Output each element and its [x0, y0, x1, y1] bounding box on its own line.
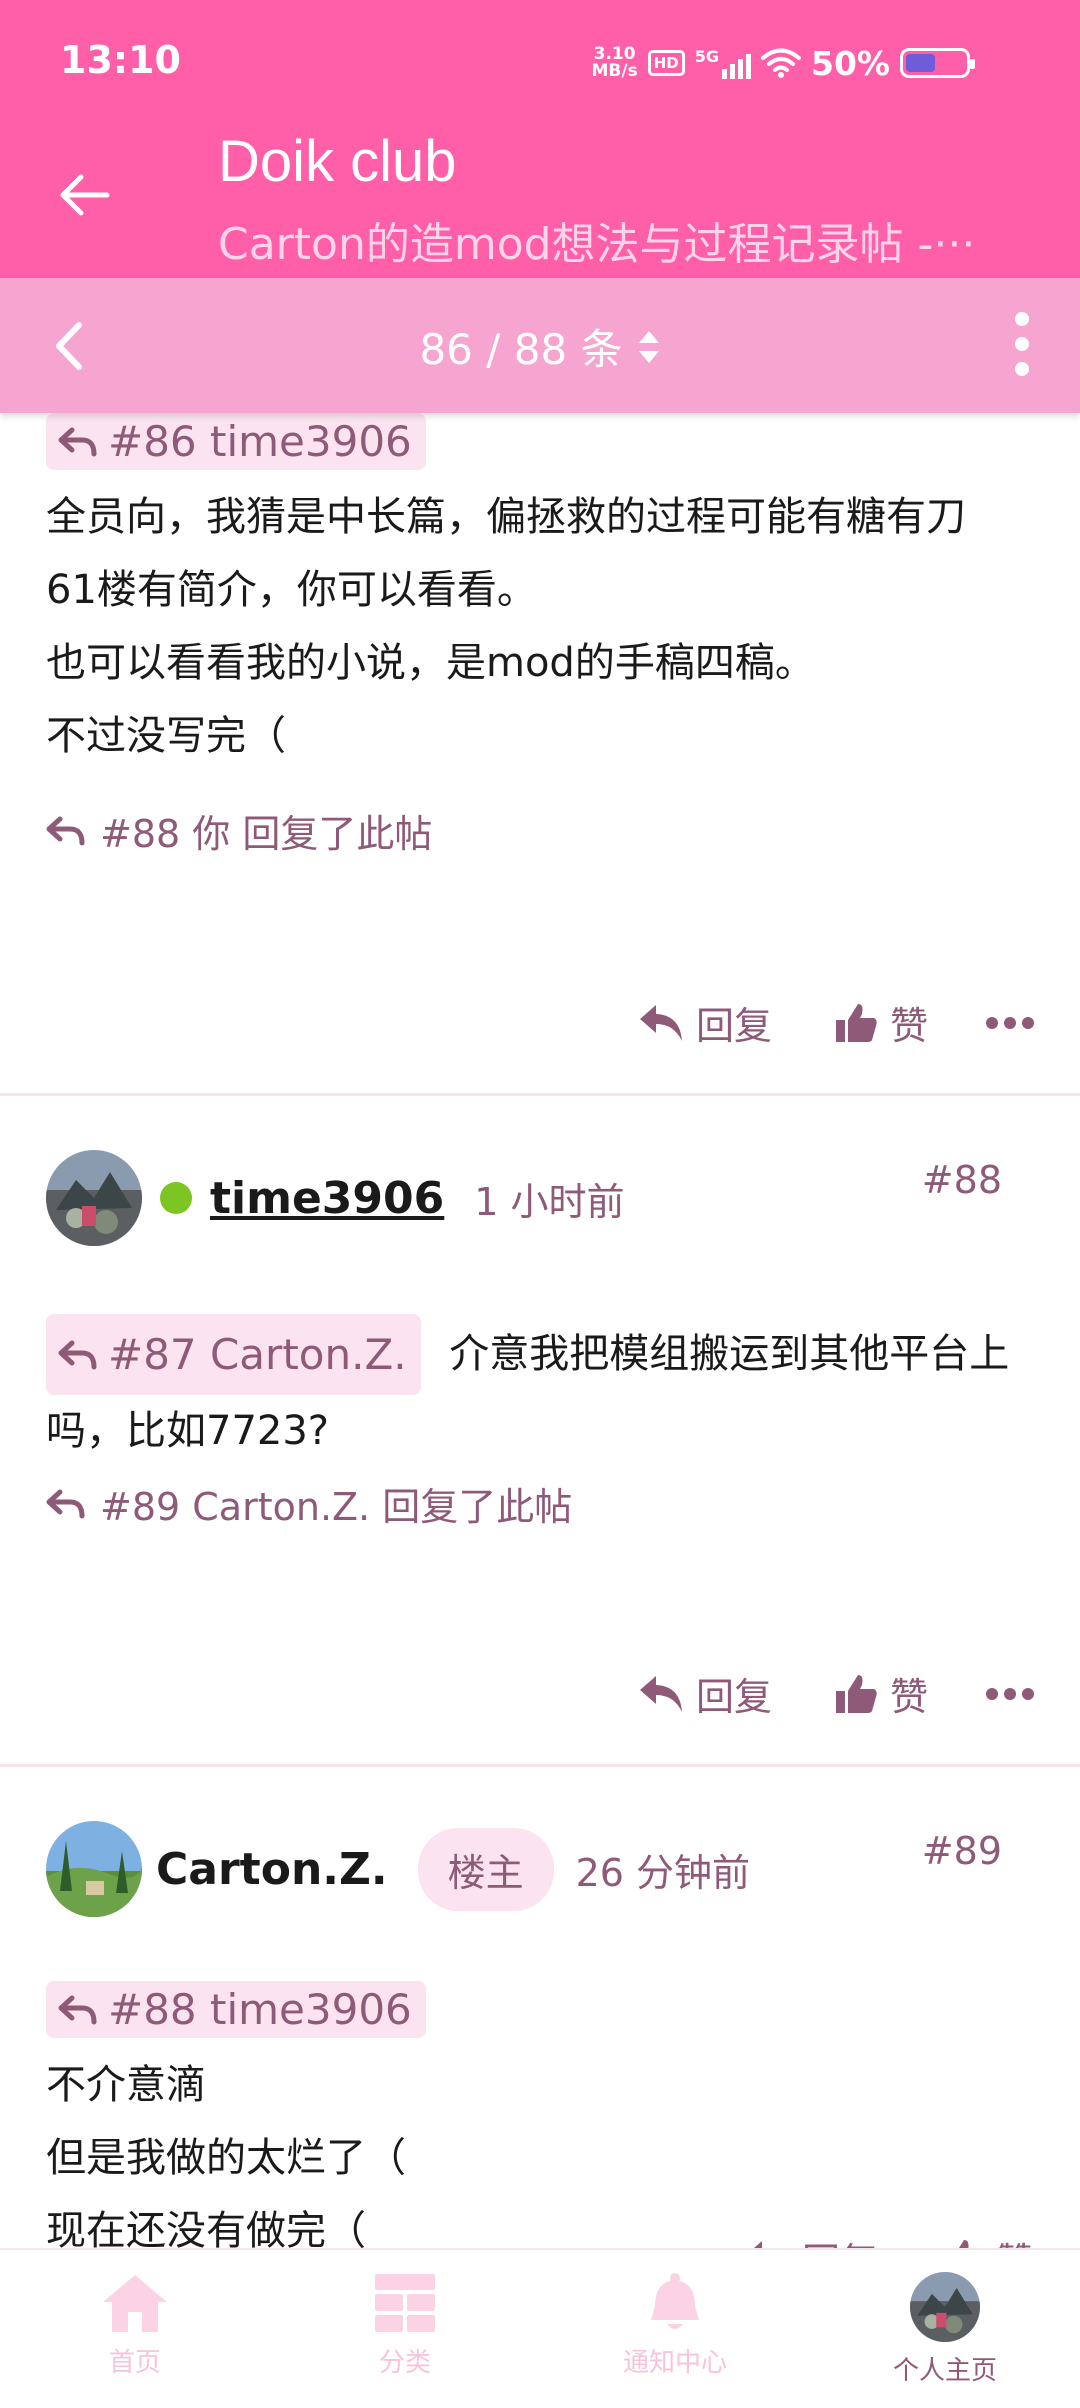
- page-indicator: 86 / 88 条: [419, 325, 623, 374]
- app-bar: 13:10 3.10 MB/s HD 5G 50% Doik club Cart…: [0, 0, 1080, 278]
- reply-arrow-icon: [58, 1995, 97, 2024]
- reply-button[interactable]: 回复: [638, 995, 772, 1050]
- hd-icon: HD: [647, 50, 685, 76]
- quote-reference[interactable]: #88 time3906: [46, 1981, 426, 2038]
- page-title: Doik club: [218, 129, 457, 194]
- reply-arrow-icon: [58, 1340, 97, 1369]
- post-header: time3906 1 小时前: [46, 1150, 625, 1246]
- reply-button[interactable]: 回复: [638, 1666, 772, 1721]
- post-body: #87 Carton.Z. 介意我把模组搬运到其他平台上 吗，比如7723?: [46, 1314, 1046, 1468]
- grid-icon: [375, 2274, 435, 2332]
- floor-number: #88: [921, 1158, 1002, 1202]
- reply-notice-link[interactable]: #89 Carton.Z. 回复了此帖: [46, 1476, 572, 1531]
- avatar[interactable]: [46, 1150, 142, 1246]
- avatar[interactable]: [46, 1821, 142, 1917]
- like-button[interactable]: 赞: [834, 995, 928, 1050]
- post-actions: 回复 赞: [744, 2231, 1034, 2248]
- post-time: 1 小时前: [474, 1179, 625, 1224]
- online-status-dot: [160, 1182, 192, 1214]
- post-list[interactable]: #86 time3906 全员向，我猜是中长篇，偏拯救的过程可能有糖有刀 61楼…: [0, 413, 1080, 2248]
- quote-reference[interactable]: #86 time3906: [46, 413, 426, 470]
- reply-button[interactable]: 回复: [744, 2231, 878, 2248]
- thumbs-up-icon: [958, 2239, 969, 2248]
- reply-notice-link[interactable]: #88 你 回复了此帖: [46, 803, 432, 858]
- thread-title: Carton的造mod想法与过程记录帖 -···: [218, 219, 976, 270]
- battery-percent: 50%: [811, 43, 890, 83]
- reply-icon: [639, 1675, 682, 1712]
- post-time: 26 分钟前: [575, 1850, 751, 1895]
- post-item: time3906 1 小时前 #88 #87 Carton.Z. 介意我把模组搬…: [0, 1096, 1080, 1764]
- status-time: 13:10: [60, 38, 181, 82]
- page-selector[interactable]: 86 / 88 条: [0, 316, 1080, 377]
- arrow-left-icon: [60, 174, 110, 216]
- battery-icon: [900, 48, 975, 78]
- thumbs-up-icon: [835, 1674, 877, 1713]
- nav-category[interactable]: 分类: [270, 2250, 540, 2408]
- post-body: 不介意滴 但是我做的太烂了（ 现在还没有做完（: [46, 2062, 406, 2248]
- reply-arrow-icon: [46, 1489, 85, 1518]
- more-horizontal-icon[interactable]: [986, 1016, 1034, 1029]
- nav-profile[interactable]: 个人主页: [810, 2250, 1080, 2408]
- back-button[interactable]: [40, 150, 130, 240]
- more-horizontal-icon[interactable]: [986, 1687, 1034, 1700]
- like-button[interactable]: 赞: [834, 1666, 928, 1721]
- post-header: Carton.Z. 楼主 26 分钟前: [46, 1821, 750, 1917]
- floor-number: #89: [921, 1829, 1002, 1873]
- pager-bar: 86 / 88 条: [0, 278, 1080, 413]
- more-vertical-icon[interactable]: [992, 304, 1052, 384]
- author-name[interactable]: Carton.Z.: [156, 1844, 388, 1895]
- post-item: Carton.Z. 楼主 26 分钟前 #89 #88 time3906 不介意…: [0, 1767, 1080, 2248]
- reply-arrow-icon: [58, 427, 97, 456]
- bottom-navigation: 首页 分类 通知中心 个人主页: [0, 2248, 1080, 2408]
- quote-reference[interactable]: #87 Carton.Z.: [46, 1314, 421, 1395]
- nav-home[interactable]: 首页: [0, 2250, 270, 2408]
- updown-caret-icon: [638, 330, 659, 363]
- reply-icon: [639, 1004, 682, 1041]
- op-badge: 楼主: [417, 1827, 554, 1911]
- thumbs-up-icon: [835, 1003, 877, 1042]
- nav-notifications[interactable]: 通知中心: [540, 2250, 810, 2408]
- bell-icon: [651, 2273, 699, 2329]
- author-name[interactable]: time3906: [210, 1173, 444, 1224]
- post-item: #86 time3906 全员向，我猜是中长篇，偏拯救的过程可能有糖有刀 61楼…: [0, 413, 1080, 1093]
- reply-arrow-icon: [46, 816, 85, 845]
- post-body: 全员向，我猜是中长篇，偏拯救的过程可能有糖有刀 61楼有简介，你可以看看。 也可…: [46, 494, 966, 759]
- wifi-icon: [761, 48, 801, 78]
- post-actions: 回复 赞: [638, 1666, 1034, 1721]
- reply-icon: [753, 2240, 762, 2248]
- post-actions: 回复 赞: [638, 995, 1034, 1050]
- network-speed: 3.10 MB/s: [591, 44, 638, 81]
- like-button[interactable]: 赞: [940, 2231, 1034, 2248]
- status-icons: 3.10 MB/s HD 5G 50%: [591, 38, 975, 88]
- signal-5g-icon: 5G: [695, 47, 751, 79]
- avatar: [910, 2272, 980, 2342]
- home-icon: [103, 2275, 167, 2332]
- status-bar: 13:10 3.10 MB/s HD 5G 50%: [0, 0, 1080, 120]
